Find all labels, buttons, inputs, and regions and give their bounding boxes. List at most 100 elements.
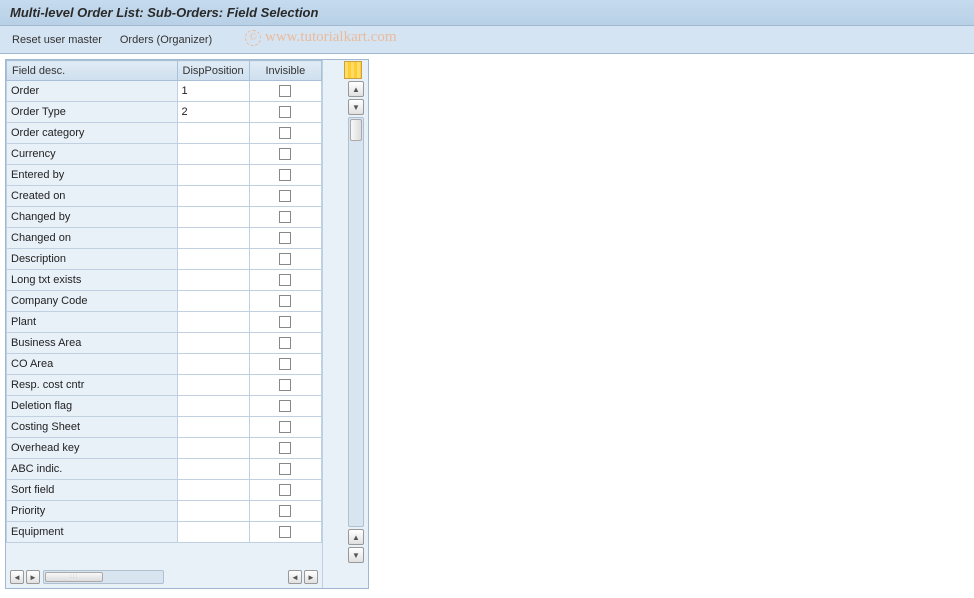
field-desc-cell[interactable]: Costing Sheet bbox=[7, 417, 178, 438]
disp-position-cell[interactable] bbox=[177, 417, 249, 438]
disp-position-cell[interactable] bbox=[177, 165, 249, 186]
invisible-checkbox[interactable] bbox=[279, 526, 291, 538]
invisible-checkbox[interactable] bbox=[279, 232, 291, 244]
table-row[interactable]: Entered by bbox=[7, 165, 322, 186]
scroll-left-end-icon[interactable]: ◄ bbox=[288, 570, 302, 584]
invisible-checkbox[interactable] bbox=[279, 442, 291, 454]
table-settings-icon[interactable] bbox=[344, 61, 362, 79]
table-row[interactable]: Deletion flag bbox=[7, 396, 322, 417]
invisible-checkbox[interactable] bbox=[279, 400, 291, 412]
invisible-checkbox[interactable] bbox=[279, 85, 291, 97]
field-desc-cell[interactable]: Order Type bbox=[7, 102, 178, 123]
hscroll-thumb[interactable]: ::: bbox=[45, 572, 103, 582]
disp-position-cell[interactable] bbox=[177, 291, 249, 312]
table-row[interactable]: Overhead key bbox=[7, 438, 322, 459]
col-header-disp-position[interactable]: DispPosition bbox=[177, 61, 249, 81]
table-row[interactable]: Plant bbox=[7, 312, 322, 333]
disp-position-cell[interactable] bbox=[177, 186, 249, 207]
table-row[interactable]: Resp. cost cntr bbox=[7, 375, 322, 396]
table-row[interactable]: CO Area bbox=[7, 354, 322, 375]
field-desc-cell[interactable]: Company Code bbox=[7, 291, 178, 312]
disp-position-cell[interactable] bbox=[177, 438, 249, 459]
invisible-checkbox[interactable] bbox=[279, 274, 291, 286]
field-desc-cell[interactable]: Currency bbox=[7, 144, 178, 165]
table-row[interactable]: Long txt exists bbox=[7, 270, 322, 291]
disp-position-cell[interactable] bbox=[177, 312, 249, 333]
scroll-left-icon[interactable]: ◄ bbox=[10, 570, 24, 584]
disp-position-cell[interactable] bbox=[177, 354, 249, 375]
col-header-field-desc[interactable]: Field desc. bbox=[7, 61, 178, 81]
invisible-checkbox[interactable] bbox=[279, 505, 291, 517]
orders-organizer-button[interactable]: Orders (Organizer) bbox=[120, 34, 212, 46]
vscroll-thumb[interactable] bbox=[350, 119, 362, 141]
invisible-checkbox[interactable] bbox=[279, 127, 291, 139]
scroll-down-icon[interactable]: ▼ bbox=[348, 99, 364, 115]
field-desc-cell[interactable]: Order category bbox=[7, 123, 178, 144]
disp-position-cell[interactable] bbox=[177, 144, 249, 165]
field-desc-cell[interactable]: Priority bbox=[7, 501, 178, 522]
table-row[interactable]: Order category bbox=[7, 123, 322, 144]
field-desc-cell[interactable]: Description bbox=[7, 249, 178, 270]
disp-position-cell[interactable] bbox=[177, 207, 249, 228]
field-desc-cell[interactable]: Changed by bbox=[7, 207, 178, 228]
table-row[interactable]: Created on bbox=[7, 186, 322, 207]
scroll-right-end-icon[interactable]: ► bbox=[304, 570, 318, 584]
field-desc-cell[interactable]: Entered by bbox=[7, 165, 178, 186]
table-row[interactable]: Priority bbox=[7, 501, 322, 522]
disp-position-cell[interactable] bbox=[177, 522, 249, 543]
table-row[interactable]: ABC indic. bbox=[7, 459, 322, 480]
table-row[interactable]: Costing Sheet bbox=[7, 417, 322, 438]
invisible-checkbox[interactable] bbox=[279, 316, 291, 328]
table-row[interactable]: Equipment bbox=[7, 522, 322, 543]
disp-position-cell[interactable] bbox=[177, 249, 249, 270]
disp-position-cell[interactable] bbox=[177, 270, 249, 291]
scroll-down-end-icon[interactable]: ▼ bbox=[348, 547, 364, 563]
invisible-checkbox[interactable] bbox=[279, 337, 291, 349]
invisible-checkbox[interactable] bbox=[279, 295, 291, 307]
field-desc-cell[interactable]: ABC indic. bbox=[7, 459, 178, 480]
disp-position-cell[interactable] bbox=[177, 333, 249, 354]
field-desc-cell[interactable]: Business Area bbox=[7, 333, 178, 354]
invisible-checkbox[interactable] bbox=[279, 106, 291, 118]
invisible-checkbox[interactable] bbox=[279, 148, 291, 160]
field-desc-cell[interactable]: Created on bbox=[7, 186, 178, 207]
field-desc-cell[interactable]: Equipment bbox=[7, 522, 178, 543]
field-desc-cell[interactable]: Plant bbox=[7, 312, 178, 333]
table-row[interactable]: Sort field bbox=[7, 480, 322, 501]
reset-user-master-button[interactable]: Reset user master bbox=[12, 34, 102, 46]
invisible-checkbox[interactable] bbox=[279, 421, 291, 433]
invisible-checkbox[interactable] bbox=[279, 379, 291, 391]
invisible-checkbox[interactable] bbox=[279, 211, 291, 223]
disp-position-cell[interactable] bbox=[177, 228, 249, 249]
field-desc-cell[interactable]: Changed on bbox=[7, 228, 178, 249]
field-desc-cell[interactable]: Overhead key bbox=[7, 438, 178, 459]
disp-position-cell[interactable]: 2 bbox=[177, 102, 249, 123]
field-desc-cell[interactable]: CO Area bbox=[7, 354, 178, 375]
table-row[interactable]: Changed by bbox=[7, 207, 322, 228]
table-row[interactable]: Changed on bbox=[7, 228, 322, 249]
disp-position-cell[interactable]: 1 bbox=[177, 81, 249, 102]
field-desc-cell[interactable]: Sort field bbox=[7, 480, 178, 501]
table-row[interactable]: Business Area bbox=[7, 333, 322, 354]
invisible-checkbox[interactable] bbox=[279, 253, 291, 265]
invisible-checkbox[interactable] bbox=[279, 463, 291, 475]
disp-position-cell[interactable] bbox=[177, 501, 249, 522]
disp-position-cell[interactable] bbox=[177, 396, 249, 417]
scroll-up-icon[interactable]: ▲ bbox=[348, 81, 364, 97]
scroll-right-icon[interactable]: ► bbox=[26, 570, 40, 584]
table-row[interactable]: Description bbox=[7, 249, 322, 270]
table-row[interactable]: Order1 bbox=[7, 81, 322, 102]
disp-position-cell[interactable] bbox=[177, 480, 249, 501]
hscroll-track[interactable]: ::: bbox=[43, 570, 164, 584]
table-row[interactable]: Currency bbox=[7, 144, 322, 165]
table-row[interactable]: Order Type2 bbox=[7, 102, 322, 123]
invisible-checkbox[interactable] bbox=[279, 169, 291, 181]
table-row[interactable]: Company Code bbox=[7, 291, 322, 312]
field-desc-cell[interactable]: Deletion flag bbox=[7, 396, 178, 417]
disp-position-cell[interactable] bbox=[177, 123, 249, 144]
field-desc-cell[interactable]: Order bbox=[7, 81, 178, 102]
scroll-up-end-icon[interactable]: ▲ bbox=[348, 529, 364, 545]
field-desc-cell[interactable]: Resp. cost cntr bbox=[7, 375, 178, 396]
invisible-checkbox[interactable] bbox=[279, 190, 291, 202]
invisible-checkbox[interactable] bbox=[279, 484, 291, 496]
